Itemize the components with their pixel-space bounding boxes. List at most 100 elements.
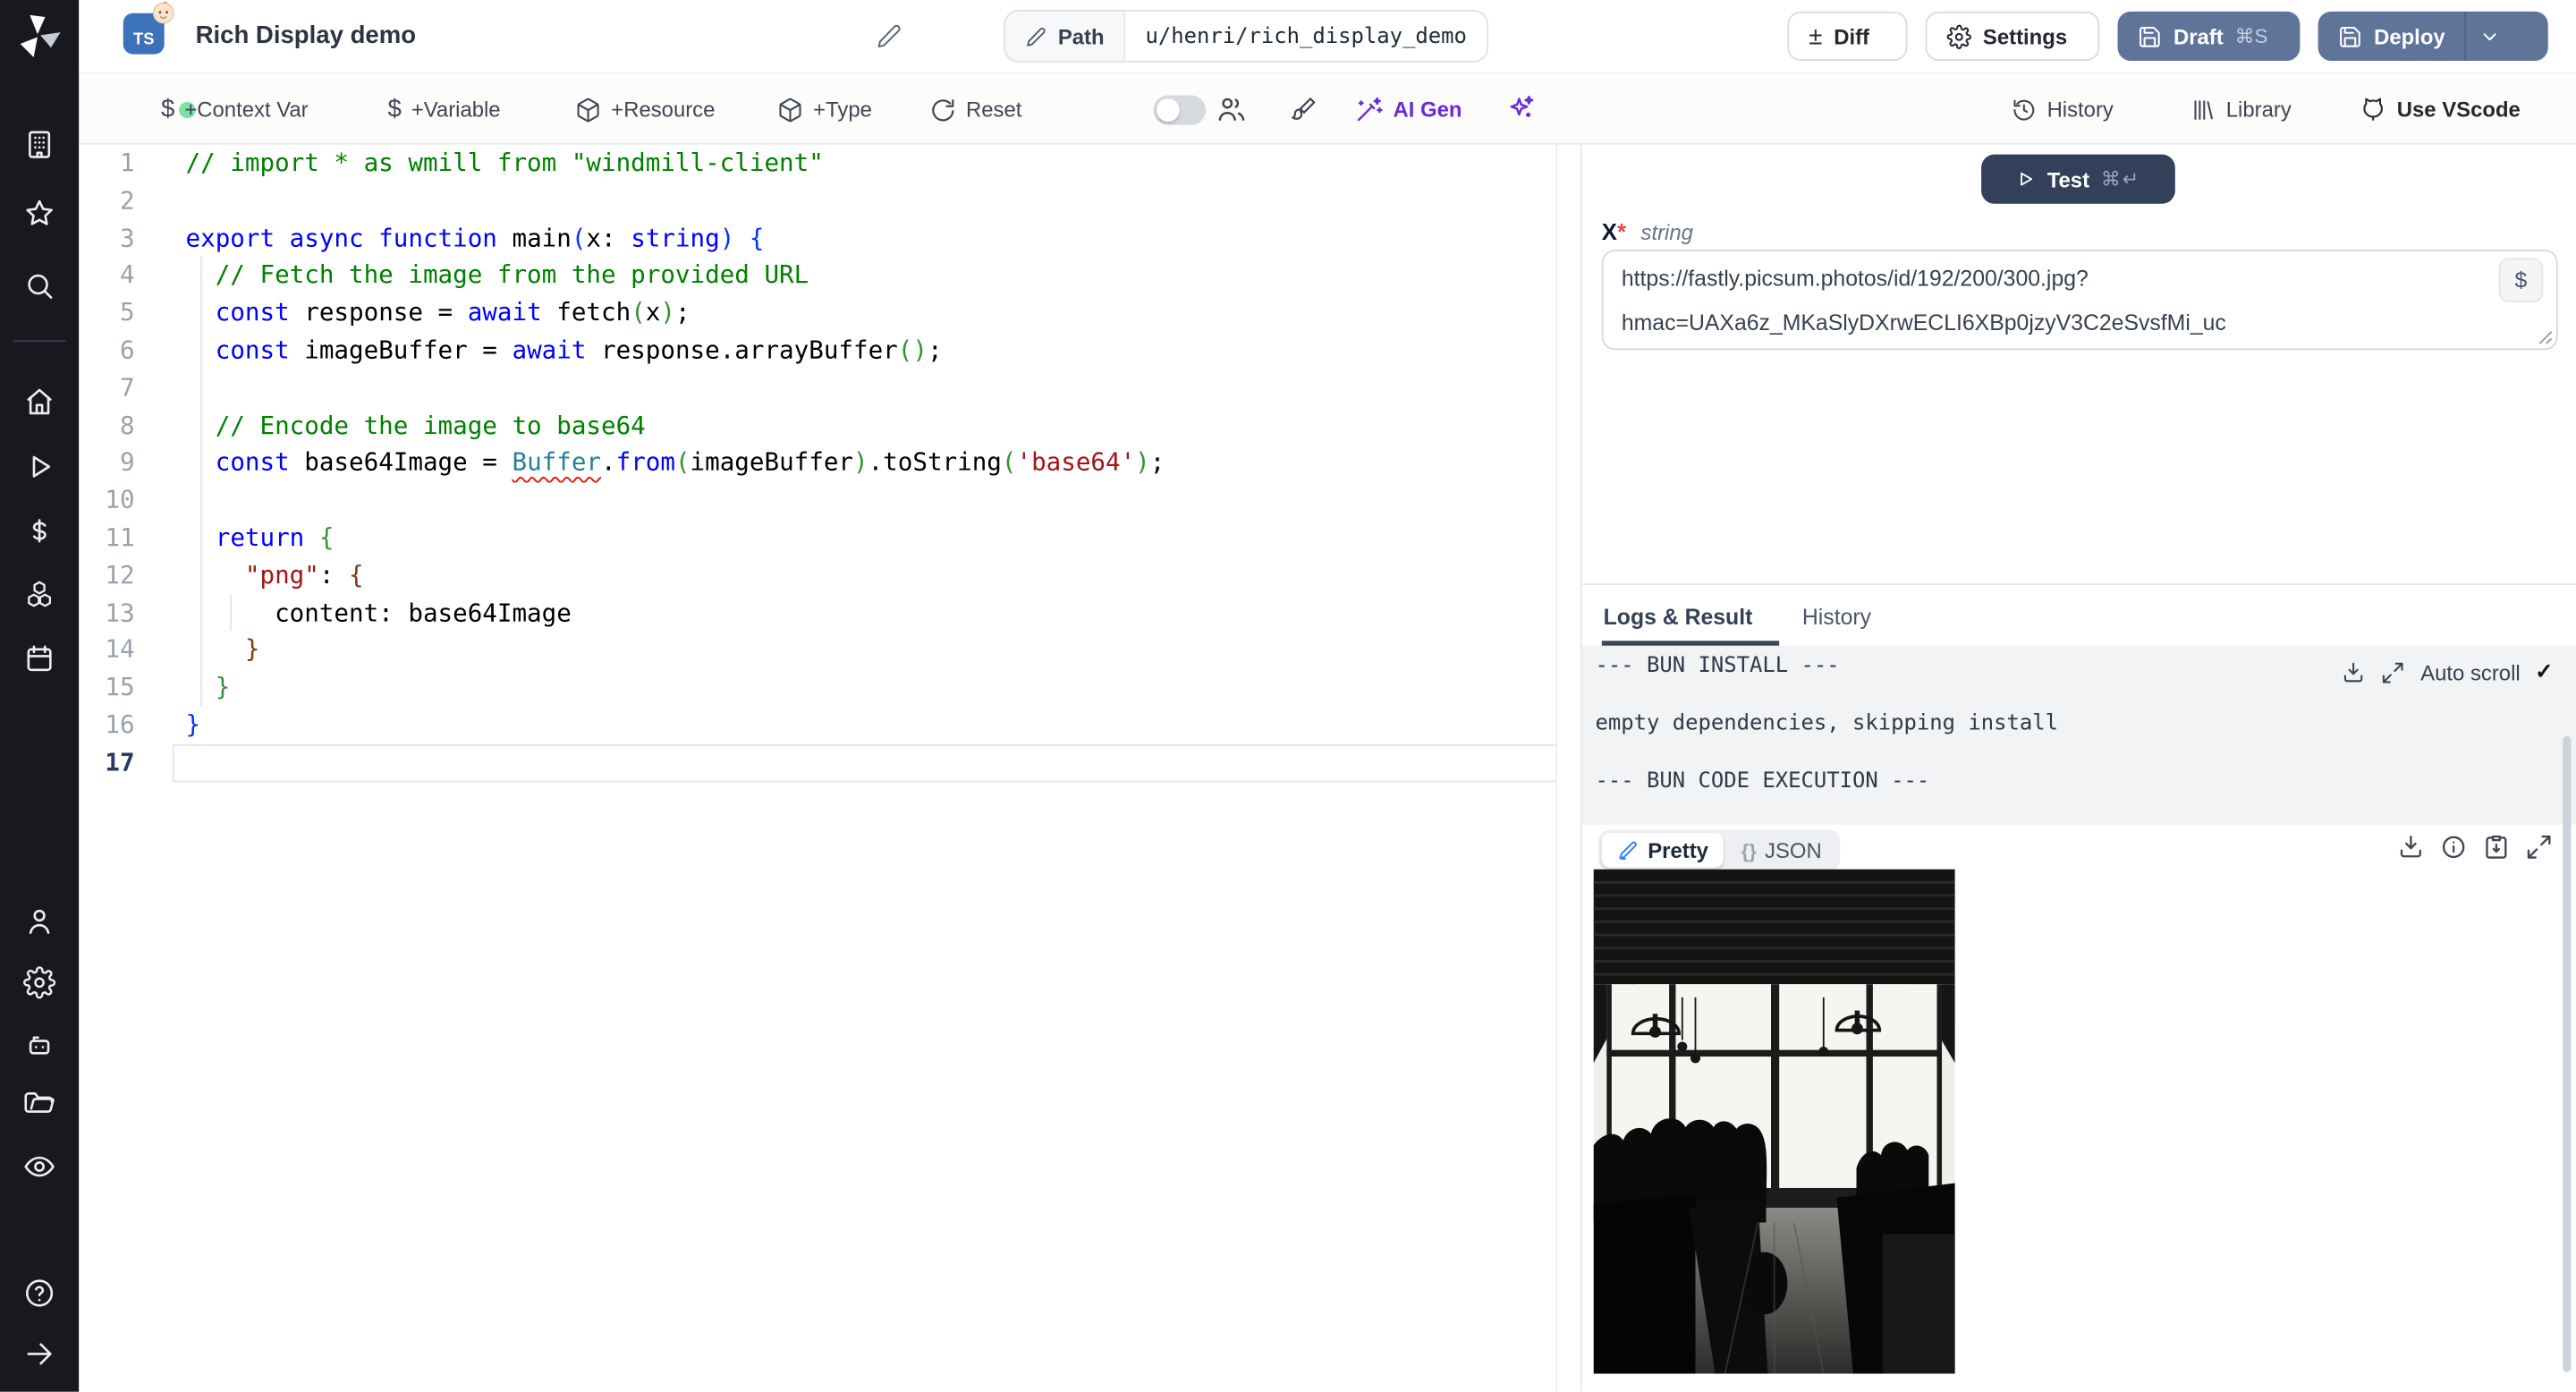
- view-pretty-pill[interactable]: Pretty: [1601, 833, 1724, 868]
- logs-viewer[interactable]: --- BUN INSTALL --- empty dependencies, …: [1581, 645, 2576, 826]
- workers-robot-icon[interactable]: [23, 1029, 56, 1062]
- add-context-var-button[interactable]: $ +Context Var: [161, 74, 309, 145]
- header-bar: TS Rich Display demo Path u/henri/rich_d…: [79, 0, 2576, 74]
- indent-guide: [230, 594, 232, 632]
- code-line: content: base64Image: [185, 597, 572, 627]
- line-number: 14: [105, 634, 135, 665]
- code-line: }: [185, 709, 201, 740]
- download-result-icon[interactable]: [2397, 833, 2425, 861]
- workspace-icon[interactable]: [23, 128, 56, 161]
- help-icon[interactable]: [23, 1277, 56, 1310]
- history-clock-icon: [2011, 96, 2037, 122]
- line-number: 11: [105, 522, 135, 553]
- deploy-button[interactable]: Deploy: [2318, 12, 2465, 61]
- result-actions: [2397, 833, 2553, 861]
- save-icon: [2138, 24, 2163, 49]
- code-line: "png": {: [244, 559, 364, 590]
- folders-icon[interactable]: [23, 1090, 56, 1123]
- add-resource-button[interactable]: +Resource: [575, 74, 715, 145]
- line-number: 15: [105, 672, 135, 702]
- library-icon: [2190, 96, 2216, 122]
- line-number: 6: [120, 335, 135, 365]
- download-logs-icon[interactable]: [2342, 659, 2367, 684]
- home-icon[interactable]: [23, 385, 56, 418]
- result-image[interactable]: [1593, 869, 1955, 1374]
- ai-gen-button[interactable]: AI Gen: [1353, 74, 1462, 145]
- arg-value-line1: https://fastly.picsum.photos/id/192/200/…: [1621, 266, 2089, 292]
- settings-button[interactable]: Settings: [1925, 11, 2100, 61]
- log-line: --- BUN CODE EXECUTION ---: [1595, 768, 1930, 794]
- add-type-button[interactable]: +Type: [777, 74, 872, 145]
- plus-minus-icon: ±: [1809, 21, 1823, 51]
- package-icon: [575, 96, 601, 122]
- expand-result-icon[interactable]: [2525, 833, 2553, 861]
- runs-play-icon[interactable]: [23, 450, 56, 483]
- save-icon: [2338, 24, 2363, 49]
- vscode-cat-icon: [2360, 96, 2387, 123]
- info-icon[interactable]: [2440, 833, 2468, 861]
- line-number: 7: [120, 372, 135, 403]
- code-editor[interactable]: 1 2 3 4 5 6 7 8 9 10 11 12 13 14 15 16 17 // import * as…: [79, 144, 1558, 1392]
- resources-cubes-icon[interactable]: [23, 579, 56, 612]
- multiplayer-users-icon[interactable]: [1216, 74, 1247, 145]
- tab-history[interactable]: History: [1802, 591, 1871, 641]
- play-icon: [2016, 169, 2036, 189]
- line-number: 5: [120, 297, 135, 327]
- path-label-group[interactable]: Path: [1005, 11, 1126, 61]
- search-icon[interactable]: [23, 269, 56, 302]
- code-line: const response = await fetch(x);: [215, 297, 691, 327]
- code-line: // Encode the image to base64: [185, 410, 646, 440]
- insert-variable-button[interactable]: $: [2498, 258, 2544, 302]
- user-icon[interactable]: [23, 905, 56, 938]
- arg-value-textarea[interactable]: https://fastly.picsum.photos/id/192/200/…: [1601, 250, 2558, 351]
- panel-scrollbar[interactable]: [2563, 735, 2572, 1372]
- left-sidebar: [0, 0, 80, 1392]
- log-actions: Auto scroll ✓: [2342, 659, 2553, 685]
- edit-title-pencil-icon[interactable]: [876, 23, 902, 49]
- tab-logs-result[interactable]: Logs & Result: [1604, 591, 1753, 641]
- use-vscode-button[interactable]: Use VScode: [2360, 74, 2521, 145]
- view-json-pill[interactable]: {} JSON: [1726, 833, 1836, 868]
- line-number: 13: [105, 597, 135, 627]
- variables-dollar-icon[interactable]: [23, 514, 56, 547]
- magic-wand-icon: [1353, 95, 1383, 124]
- line-number: 9: [120, 447, 135, 478]
- format-brush-icon[interactable]: [1288, 74, 1318, 145]
- ai-sparkles-icon[interactable]: [1504, 74, 1536, 145]
- audit-logs-eye-icon[interactable]: [23, 1150, 56, 1184]
- line-number: 8: [120, 410, 135, 440]
- auto-scroll-check: ✓: [2535, 658, 2554, 684]
- auto-scroll-label[interactable]: Auto scroll: [2420, 659, 2520, 684]
- result-view-switcher: Pretty {} JSON: [1598, 829, 1840, 871]
- script-title: Rich Display demo: [195, 21, 417, 50]
- editor-overview-ruler: [1555, 144, 1558, 1392]
- library-button[interactable]: Library: [2190, 74, 2292, 145]
- path-widget[interactable]: Path u/henri/rich_display_demo: [1004, 10, 1488, 63]
- path-value[interactable]: u/henri/rich_display_demo: [1125, 12, 1486, 61]
- copy-clipboard-icon[interactable]: [2482, 833, 2510, 861]
- argument-label-row: x* string: [1602, 218, 1693, 244]
- settings-gear-icon[interactable]: [23, 966, 56, 999]
- sidebar-divider: [13, 340, 66, 343]
- add-variable-button[interactable]: $ +Variable: [387, 74, 500, 145]
- favorites-star-icon[interactable]: [23, 197, 56, 230]
- draft-button[interactable]: Draft ⌘S: [2117, 11, 2301, 61]
- schedules-calendar-icon[interactable]: [23, 642, 56, 675]
- required-asterisk: *: [1616, 218, 1626, 245]
- diff-button[interactable]: ± Diff: [1787, 11, 1908, 61]
- expand-sidebar-arrow-icon[interactable]: [23, 1337, 56, 1371]
- indent-guide: [200, 257, 202, 707]
- windmill-logo[interactable]: [16, 13, 62, 59]
- test-button[interactable]: Test ⌘↵: [1981, 154, 2175, 204]
- package-icon: [777, 96, 803, 122]
- deploy-dropdown-button[interactable]: [2467, 12, 2514, 61]
- line-number: 12: [105, 559, 135, 590]
- expand-logs-icon[interactable]: [2381, 659, 2406, 684]
- history-button[interactable]: History: [2011, 74, 2114, 145]
- reset-button[interactable]: Reset: [930, 74, 1021, 145]
- line-number: 1: [120, 148, 135, 178]
- multiplayer-toggle[interactable]: [1153, 95, 1207, 125]
- current-line-highlight: [172, 743, 1558, 782]
- textarea-resize-handle[interactable]: [2538, 330, 2554, 345]
- line-number: 2: [120, 185, 135, 216]
